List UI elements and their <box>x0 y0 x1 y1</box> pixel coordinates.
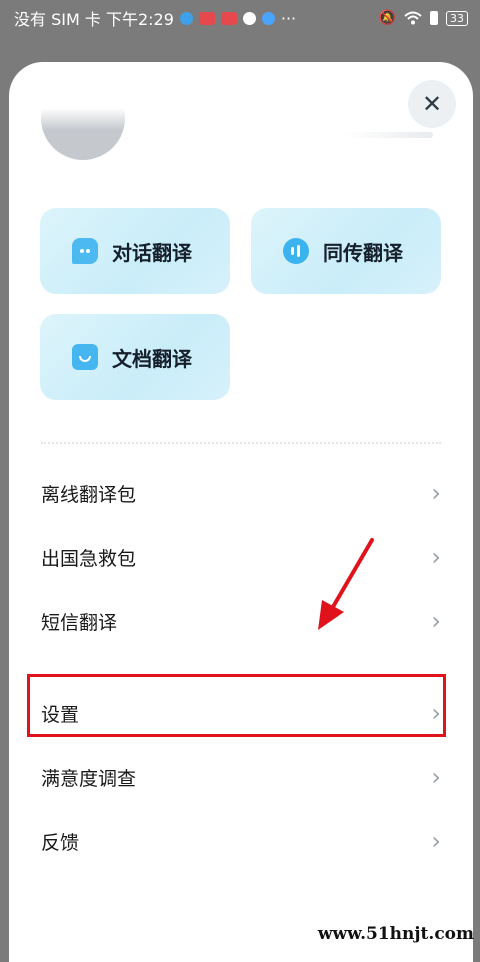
shield-icon <box>242 11 256 25</box>
menu-item-label: 满意度调查 <box>41 767 137 790</box>
chevron-right-icon: › <box>431 763 441 791</box>
close-icon: ✕ <box>421 90 443 118</box>
chat-bubble-icon <box>72 238 98 264</box>
soundwave-icon <box>283 238 309 264</box>
user-name-placeholder <box>345 132 433 138</box>
simultaneous-translation-button[interactable]: 同传翻译 <box>251 208 441 294</box>
chevron-right-icon: › <box>431 479 441 507</box>
menu-item-label: 反馈 <box>41 831 80 854</box>
battery-icon: 33 <box>446 10 468 26</box>
divider <box>41 442 441 444</box>
dialogue-translation-button[interactable]: 对话翻译 <box>40 208 230 294</box>
status-right: 🔕 33 <box>379 10 468 26</box>
status-left: 没有 SIM 卡 下午2:29 ··· <box>14 6 296 30</box>
chevron-right-icon: › <box>431 607 441 635</box>
menu-item-emergency-kit[interactable]: 出国急救包 › <box>9 526 473 588</box>
status-bar: 没有 SIM 卡 下午2:29 ··· 🔕 33 <box>0 0 480 36</box>
cloud-icon <box>261 11 275 25</box>
feature-label: 文档翻译 <box>112 346 192 371</box>
menu-item-label: 出国急救包 <box>41 547 137 570</box>
feature-label: 对话翻译 <box>112 240 192 265</box>
feature-label: 同传翻译 <box>323 240 403 265</box>
document-icon <box>72 344 98 370</box>
menu-item-offline-packs[interactable]: 离线翻译包 › <box>9 462 473 524</box>
red-arrow-icon <box>318 538 374 630</box>
app-notification-icon <box>198 11 215 25</box>
avatar-fade <box>41 108 125 130</box>
watermark: www.51hnjt.com <box>317 924 474 944</box>
menu-item-feedback[interactable]: 反馈 › <box>9 810 473 872</box>
avatar[interactable] <box>41 108 125 160</box>
menu-item-label: 短信翻译 <box>41 611 118 634</box>
app-notification-icon <box>220 11 237 25</box>
chevron-right-icon: › <box>431 827 441 855</box>
sim-icon <box>430 11 438 25</box>
menu-item-survey[interactable]: 满意度调查 › <box>9 746 473 808</box>
mute-icon: 🔕 <box>378 10 396 26</box>
menu-sheet: ✕ 对话翻译 同传翻译 文档翻译 离线翻译包 › 出国急救包 › 短信翻译 › … <box>9 62 473 962</box>
menu-item-label: 离线翻译包 <box>41 483 137 506</box>
close-button[interactable]: ✕ <box>408 80 456 128</box>
more-notifications-icon: ··· <box>280 8 297 28</box>
wifi-icon <box>404 11 422 25</box>
document-translation-button[interactable]: 文档翻译 <box>40 314 230 400</box>
menu-item-sms-translation[interactable]: 短信翻译 › <box>9 590 473 652</box>
settings-highlight-box <box>27 674 446 737</box>
chevron-right-icon: › <box>431 543 441 571</box>
app-notification-icon <box>179 11 193 25</box>
carrier-time-text: 没有 SIM 卡 下午2:29 <box>14 10 174 29</box>
